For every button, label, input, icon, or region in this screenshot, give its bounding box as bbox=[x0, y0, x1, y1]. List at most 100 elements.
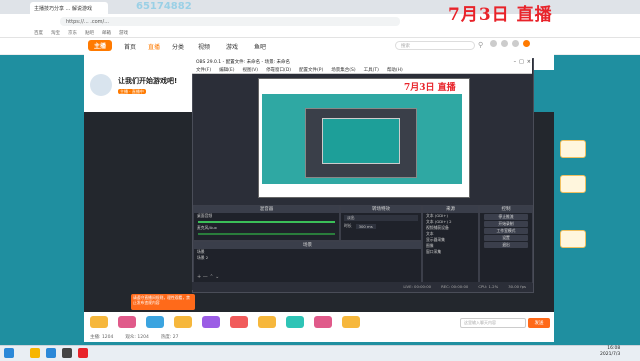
side-badge[interactable] bbox=[560, 230, 586, 248]
start-recording-button[interactable]: 开始录制 bbox=[484, 221, 528, 227]
obs-icon[interactable] bbox=[62, 348, 72, 358]
header-icons bbox=[490, 40, 534, 50]
transitions-header: 转场特效 bbox=[341, 206, 421, 213]
browser-tab[interactable]: 主播技巧分享 ... 解说游戏 bbox=[30, 2, 108, 14]
taskbar bbox=[0, 345, 640, 361]
stop-streaming-button[interactable]: 停止推流 bbox=[484, 214, 528, 220]
studio-mode-button[interactable]: 工作室模式 bbox=[484, 228, 528, 234]
settings-button[interactable]: 设置 bbox=[484, 235, 528, 241]
nav-fishbar[interactable]: 鱼吧 bbox=[254, 42, 266, 51]
bookmark-item[interactable]: 京东 bbox=[68, 30, 77, 36]
status-rec: REC: 00:00:00 bbox=[441, 283, 469, 289]
window-controls: – □ × bbox=[505, 58, 531, 66]
transition-select[interactable]: 淡出 bbox=[344, 215, 418, 221]
gift-icon[interactable] bbox=[342, 316, 360, 328]
live-badge: 主播 · 直播中 bbox=[118, 89, 146, 94]
user-icon[interactable] bbox=[490, 40, 497, 47]
stat-item: 主播: 1204 bbox=[90, 335, 114, 340]
stream-subtitle: 主播 · 直播中 bbox=[118, 89, 146, 95]
nav-live[interactable]: 直播 bbox=[148, 42, 160, 51]
bookmarks-bar: 百度 淘宝 京东 贴吧 邮箱 游戏 bbox=[0, 28, 640, 38]
obs-titlebar: OBS 29.0.1 - 配置文件: 未命名 - 场景: 未命名 bbox=[192, 58, 532, 66]
gift-icon[interactable] bbox=[258, 316, 276, 328]
explorer-icon[interactable] bbox=[30, 348, 40, 358]
sources-header: 来源 bbox=[423, 206, 478, 213]
avatar[interactable] bbox=[523, 40, 530, 47]
stat-item: 观众: 1204 bbox=[125, 335, 149, 340]
gift-icon[interactable] bbox=[230, 316, 248, 328]
stat-item: 热度: 27 bbox=[160, 335, 179, 340]
menu-edit[interactable]: 编辑(E) bbox=[219, 67, 234, 73]
nav-games[interactable]: 游戏 bbox=[226, 42, 238, 51]
minimize-icon[interactable]: – bbox=[514, 59, 517, 65]
source-item[interactable]: 窗口采集 bbox=[423, 249, 478, 255]
volume-meter[interactable] bbox=[198, 233, 335, 235]
scenes-header: 场景 bbox=[194, 242, 421, 249]
url-field[interactable]: https://... .com/... bbox=[60, 17, 400, 26]
chat-input[interactable]: 这里输入聊天内容 bbox=[460, 318, 526, 328]
bookmark-item[interactable]: 邮箱 bbox=[102, 30, 111, 36]
gift-icon[interactable] bbox=[286, 316, 304, 328]
preview-headline: 7月3日 直播 bbox=[404, 83, 456, 93]
side-badge[interactable] bbox=[560, 140, 586, 158]
bookmark-item[interactable]: 游戏 bbox=[119, 30, 128, 36]
preview-nested-content bbox=[322, 118, 400, 164]
gift-icon[interactable] bbox=[202, 316, 220, 328]
gift-icon[interactable] bbox=[90, 316, 108, 328]
send-button[interactable]: 发送 bbox=[528, 318, 550, 328]
controls-panel: 控制 停止推流 开始录制 工作室模式 设置 退出 bbox=[479, 205, 533, 283]
exit-button[interactable]: 退出 bbox=[484, 242, 528, 248]
obs-menubar: 文件(F) 编辑(E) 视图(V) 停靠窗口(D) 配置文件(P) 场景集合(S… bbox=[192, 66, 532, 74]
volume-meter[interactable] bbox=[198, 221, 335, 223]
taskbar-clock: 16:08 2021/7/3 bbox=[600, 346, 620, 358]
gift-icon[interactable] bbox=[314, 316, 332, 328]
sources-panel: 来源 文本 (GDI+) 文本 (GDI+) 2 视频捕获设备 文本 显示器采集… bbox=[422, 205, 479, 283]
bookmark-item[interactable]: 贴吧 bbox=[85, 30, 94, 36]
side-badge[interactable] bbox=[560, 175, 586, 193]
status-live: LIVE: 00:00:00 bbox=[403, 283, 432, 289]
nav-category[interactable]: 分类 bbox=[172, 42, 184, 51]
mixer-track: 桌面音频 bbox=[197, 213, 213, 218]
menu-scene-collection[interactable]: 场景集合(S) bbox=[331, 67, 355, 73]
menu-view[interactable]: 视图(V) bbox=[242, 67, 258, 73]
menu-tools[interactable]: 工具(T) bbox=[364, 67, 379, 73]
overlay-id: 65174882 bbox=[136, 1, 192, 12]
scenes-panel: 场景 场景 场景 2 + — ⌃ ⌄ bbox=[193, 241, 422, 283]
chat-notice: 请遵守直播间规则，理性观看，禁止发布违规内容 bbox=[131, 294, 195, 310]
mixer-panel: 混音器 桌面音频 麦克风/Aux bbox=[193, 205, 340, 241]
gift-icon[interactable] bbox=[146, 316, 164, 328]
obs-statusbar: LIVE: 00:00:00 REC: 00:00:00 CPU: 1.2% 3… bbox=[192, 282, 532, 290]
gift-icon[interactable] bbox=[174, 316, 192, 328]
nav-video[interactable]: 视频 bbox=[198, 42, 210, 51]
start-icon[interactable] bbox=[4, 348, 14, 358]
maximize-icon[interactable]: □ bbox=[519, 59, 524, 65]
scene-item[interactable]: 场景 2 bbox=[194, 255, 421, 261]
menu-profile[interactable]: 配置文件(P) bbox=[299, 67, 323, 73]
status-fps: 30.00 fps bbox=[508, 283, 526, 289]
duration-field[interactable]: 300 ms bbox=[355, 223, 376, 229]
menu-docks[interactable]: 停靠窗口(D) bbox=[266, 67, 291, 73]
app-icon[interactable] bbox=[78, 348, 88, 358]
streamer-avatar[interactable] bbox=[90, 74, 112, 96]
overlay-headline: 7月3日 直播 bbox=[448, 5, 553, 25]
history-icon[interactable] bbox=[501, 40, 508, 47]
download-icon[interactable] bbox=[512, 40, 519, 47]
clock-date: 2021/7/3 bbox=[600, 352, 621, 357]
search-icon[interactable]: ⚲ bbox=[478, 41, 483, 49]
close-icon[interactable]: × bbox=[527, 59, 531, 65]
stream-title: 让我们开始游戏吧! bbox=[118, 77, 178, 85]
menu-help[interactable]: 帮助(H) bbox=[387, 67, 403, 73]
mixer-track: 麦克风/Aux bbox=[197, 225, 217, 230]
controls-header: 控制 bbox=[480, 206, 532, 213]
add-scene-icon[interactable]: + — ⌃ ⌄ bbox=[197, 274, 219, 280]
site-logo[interactable]: 主播 bbox=[88, 40, 112, 51]
gift-icon[interactable] bbox=[118, 316, 136, 328]
search-input[interactable]: 搜索 bbox=[395, 41, 475, 50]
browser-icon[interactable] bbox=[46, 348, 56, 358]
bookmark-item[interactable]: 淘宝 bbox=[51, 30, 60, 36]
mixer-header: 混音器 bbox=[194, 206, 339, 213]
nav-home[interactable]: 首页 bbox=[124, 42, 136, 51]
status-cpu: CPU: 1.2% bbox=[478, 283, 499, 289]
menu-file[interactable]: 文件(F) bbox=[196, 67, 211, 73]
bookmark-item[interactable]: 百度 bbox=[34, 30, 43, 36]
